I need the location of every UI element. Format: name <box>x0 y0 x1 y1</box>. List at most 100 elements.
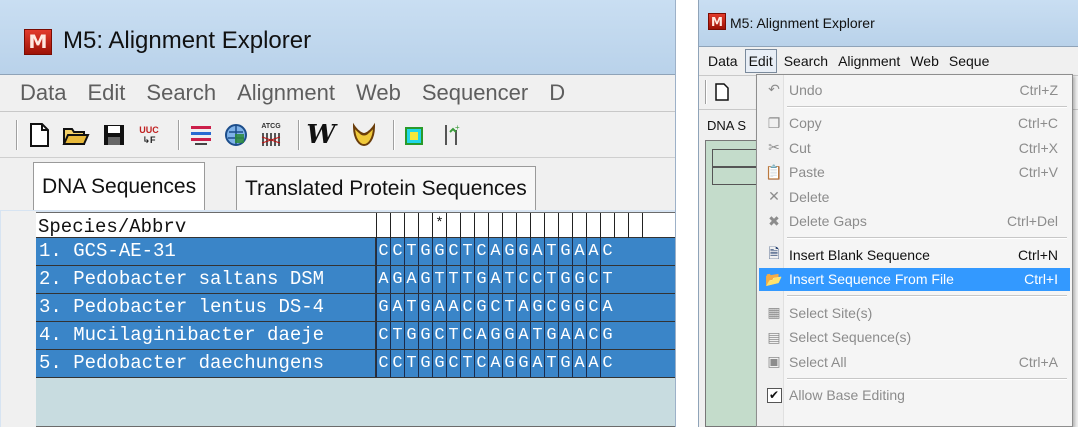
menu-display[interactable]: D <box>549 80 565 106</box>
base-cell[interactable]: C <box>376 238 390 265</box>
base-cell[interactable]: T <box>404 238 418 265</box>
menu-item-select-all[interactable]: ▣ Select All Ctrl+A <box>759 350 1070 373</box>
base-cell[interactable]: T <box>600 266 614 293</box>
menu-alignment[interactable]: Alignment <box>835 50 903 72</box>
menu-sequencer[interactable]: Seque <box>946 50 992 72</box>
base-cell[interactable]: A <box>586 238 600 265</box>
base-cell[interactable]: G <box>474 266 488 293</box>
base-cell[interactable]: T <box>502 266 516 293</box>
base-cell[interactable]: G <box>418 350 432 377</box>
menu-item-undo[interactable]: ↶ Undo Ctrl+Z <box>759 78 1070 101</box>
base-cell[interactable]: A <box>488 238 502 265</box>
menu-item-select-sequence-s[interactable]: ▤ Select Sequence(s) <box>759 326 1070 349</box>
base-cell[interactable]: T <box>502 294 516 321</box>
base-cell[interactable]: C <box>446 350 460 377</box>
base-cell[interactable]: C <box>586 266 600 293</box>
base-cell[interactable]: G <box>488 322 502 349</box>
base-cell[interactable]: A <box>488 350 502 377</box>
base-cell[interactable]: A <box>404 266 418 293</box>
base-cell[interactable]: G <box>432 350 446 377</box>
base-cell[interactable]: T <box>446 266 460 293</box>
menu-item-insert-sequence-from-file[interactable]: 📂 Insert Sequence From File Ctrl+I <box>759 267 1070 291</box>
base-cell[interactable]: G <box>418 238 432 265</box>
base-cell[interactable]: T <box>404 350 418 377</box>
base-cell[interactable]: T <box>446 322 460 349</box>
base-cell[interactable]: G <box>516 238 530 265</box>
base-cell[interactable]: C <box>600 350 614 377</box>
save-icon[interactable] <box>100 121 128 149</box>
base-cell[interactable]: C <box>460 294 474 321</box>
base-cell[interactable]: C <box>446 238 460 265</box>
menu-edit[interactable]: Edit <box>87 80 125 106</box>
base-cell[interactable]: T <box>460 350 474 377</box>
base-cell[interactable]: G <box>502 350 516 377</box>
base-cell[interactable]: G <box>474 294 488 321</box>
web-query-icon[interactable] <box>222 121 250 149</box>
menu-data[interactable]: Data <box>705 50 741 72</box>
tab-dna-sequences[interactable]: DNA S <box>707 118 746 133</box>
base-cell[interactable]: G <box>390 266 404 293</box>
menu-web[interactable]: Web <box>356 80 401 106</box>
merge-icon[interactable]: + <box>438 121 466 149</box>
sequence-row[interactable]: 4. Mucilaginibacter daeje C T G G C T C A G G A T G A A… <box>36 322 675 350</box>
sequence-name[interactable]: 5. Pedobacter daechungens <box>36 350 376 377</box>
menu-item-select-site-s[interactable]: ▦ Select Site(s) <box>759 301 1070 324</box>
base-cell[interactable]: C <box>432 322 446 349</box>
base-cell[interactable]: A <box>488 266 502 293</box>
menu-item-copy[interactable]: ❐ Copy Ctrl+C <box>759 112 1070 135</box>
base-cell[interactable]: G <box>432 238 446 265</box>
base-cell[interactable]: A <box>516 322 530 349</box>
base-cell[interactable]: G <box>418 322 432 349</box>
base-cell[interactable]: A <box>376 266 390 293</box>
menu-item-paste[interactable]: 📋 Paste Ctrl+V <box>759 161 1070 184</box>
base-cell[interactable]: G <box>572 294 586 321</box>
checkbox-icon[interactable]: ✔ <box>766 387 782 403</box>
sequence-row[interactable]: 3. Pedobacter lentus DS-4 G A T G A A C G C T A G C G G… <box>36 294 675 322</box>
menu-search[interactable]: Search <box>146 80 216 106</box>
sequence-name[interactable]: 1. GCS-AE-31 <box>36 238 376 265</box>
base-cell[interactable]: A <box>600 294 614 321</box>
base-cell[interactable]: C <box>544 294 558 321</box>
sequence-row[interactable]: 1. GCS-AE-31 C C T G G C T C A G G A T G A A C <box>36 238 675 266</box>
base-cell[interactable]: G <box>544 322 558 349</box>
menu-edit[interactable]: Edit <box>744 49 777 73</box>
atcg-icon[interactable]: ATCG <box>257 121 285 149</box>
alignment-grid[interactable]: Species/Abbrv * 1. GCS-AE-31 C C T G G C T C A G G A… <box>1 211 675 427</box>
open-folder-icon[interactable] <box>62 121 90 149</box>
base-cell[interactable]: T <box>544 350 558 377</box>
sequence-row[interactable]: 2. Pedobacter saltans DSM A G A G T T T G A T C C T G G… <box>36 266 675 294</box>
base-cell[interactable]: C <box>474 238 488 265</box>
menu-alignment[interactable]: Alignment <box>237 80 335 106</box>
base-cell[interactable]: A <box>530 238 544 265</box>
base-cell[interactable]: T <box>390 322 404 349</box>
base-cell[interactable]: A <box>530 350 544 377</box>
menu-item-insert-blank-sequence[interactable]: 🗎 Insert Blank Sequence Ctrl+N <box>759 243 1070 266</box>
base-cell[interactable]: A <box>390 294 404 321</box>
base-cell[interactable]: A <box>516 294 530 321</box>
base-cell[interactable]: A <box>446 294 460 321</box>
base-cell[interactable]: C <box>474 350 488 377</box>
sequence-star-icon[interactable] <box>400 121 428 149</box>
base-cell[interactable]: G <box>404 322 418 349</box>
base-cell[interactable]: C <box>376 322 390 349</box>
base-cell[interactable]: T <box>544 238 558 265</box>
base-cell[interactable]: T <box>404 294 418 321</box>
tab-dna-sequences[interactable]: DNA Sequences <box>33 162 206 210</box>
base-cell[interactable]: T <box>460 238 474 265</box>
base-cell[interactable]: G <box>516 350 530 377</box>
base-cell[interactable]: C <box>376 350 390 377</box>
base-cell[interactable]: A <box>432 294 446 321</box>
menu-data[interactable]: Data <box>20 80 66 106</box>
muscle-icon[interactable] <box>350 121 378 149</box>
base-cell[interactable]: T <box>460 266 474 293</box>
menu-search[interactable]: Search <box>781 50 831 72</box>
base-cell[interactable]: T <box>530 322 544 349</box>
base-cell[interactable]: C <box>488 294 502 321</box>
base-cell[interactable]: G <box>418 294 432 321</box>
menu-item-cut[interactable]: ✂ Cut Ctrl+X <box>759 136 1070 159</box>
base-cell[interactable]: A <box>474 322 488 349</box>
base-cell[interactable]: G <box>502 322 516 349</box>
base-cell[interactable]: G <box>418 266 432 293</box>
base-cell[interactable]: C <box>586 322 600 349</box>
tab-translated-protein-sequences[interactable]: Translated Protein Sequences <box>236 166 536 210</box>
